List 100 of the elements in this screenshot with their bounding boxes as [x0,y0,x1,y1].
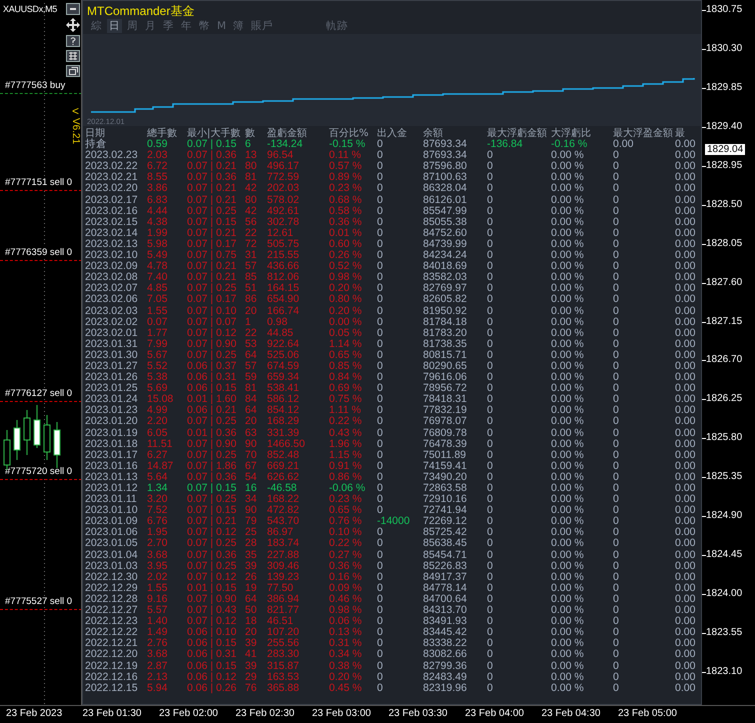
table-cell-text: 2.76 [146,638,168,650]
table-cell-text: 0 [376,216,384,228]
tab[interactable]: 軌跡 [324,19,350,33]
table-cell-text: 81950.92 [422,306,468,317]
table-cell-text: 0.16 % [328,572,363,583]
table-cell-text: 0 [612,527,620,538]
table-cell-text: 0 [612,338,620,350]
table-cell-text: 0 [376,405,384,416]
table-cell-text: -0.06 % [328,483,366,494]
table-cell-text: 0.00 % [550,516,585,528]
table-cell-text: 0.07 | 0.21 [186,516,238,528]
table-cell-text: 0 [486,261,494,272]
table-cell-text: 81783.20 [422,328,468,339]
price-label: 1828.50 [706,198,742,210]
table-cell-text: -136.84 [486,139,524,150]
table-cell-text: 19 [244,582,258,594]
table-cell-text: 0.26 % [328,250,363,262]
table-cell-text: 85638.45 [422,538,468,550]
table-cell-text: 821.77 [266,605,300,616]
table-cell-text: 0 [486,649,494,660]
table-cell-text: 2023.01.12 [84,483,139,494]
table-cell-text: 0.00 [674,194,696,206]
table-cell-text: 2023.02.09 [84,261,139,272]
window-icon[interactable] [66,65,80,77]
table-cell-text: 2023.02.14 [84,228,139,239]
table-cell-text: 0.00 [612,139,634,150]
table-cell-text: 139.23 [266,572,300,583]
table-cell-text: 0.07 | 0.15 [186,505,238,516]
table-cell-text: 0 [612,672,620,683]
table-cell-text: 0 [486,294,494,306]
table-cell-text: 255.56 [266,638,300,650]
tab[interactable]: 月 [143,19,158,33]
tab[interactable]: 綜 [89,19,104,33]
table-cell-text: 0.22 % [328,538,363,550]
move-icon[interactable] [66,18,80,32]
tab[interactable]: 賬戶 [249,19,276,33]
table-cell-text: 2023.02.08 [84,272,139,284]
table-cell-text: 2023.01.18 [84,438,139,450]
tab[interactable]: 季 [161,19,176,33]
table-cell-text: 0 [486,660,494,672]
table-cell-text: 0 [486,428,494,439]
table-cell-text: 87596.80 [422,161,468,172]
table-cell-text: 1 [244,316,252,328]
table-cell-text: 0.00 [674,150,696,162]
table-cell-text: 0.00 [674,494,696,506]
table-cell-text: 0 [376,172,384,184]
table-cell-text: 0.10 % [328,527,363,538]
tab[interactable]: 日 [107,19,122,33]
table-cell-text: 386.94 [266,594,300,606]
table-cell-text: 0.07 | 0.21 [186,261,238,272]
column-header: 大浮虧比 [550,128,592,140]
table-cell-text: 7.52 [146,505,168,516]
table-cell-text: 0.00 [674,206,696,217]
table-cell-text: 0.68 % [328,194,363,206]
table-cell-text: 0.57 % [328,161,363,172]
table-cell-text: 77832.19 [422,405,468,416]
table-cell-text: 0 [486,638,494,650]
table-cell-text: 302.78 [266,216,300,228]
table-cell-text: 0 [612,605,620,616]
table-cell-text: 2023.01.31 [84,338,139,350]
tab[interactable]: M [215,19,228,33]
table-cell-text: 0.00 [674,616,696,628]
table-cell-text: 0 [376,594,384,606]
table-cell-text: 0 [486,228,494,239]
tab[interactable]: 年 [179,19,194,33]
table-cell-text: 0 [376,306,384,317]
table-cell-text: 0 [376,550,384,561]
table-cell-text: 2.87 [146,660,168,672]
collapse-arrow[interactable]: < [72,104,80,118]
table-cell-text: 72910.16 [422,494,468,506]
table-cell-text: 0 [376,238,384,250]
tab[interactable]: 簿 [231,19,246,33]
table-cell-text: 0.00 % [550,350,585,361]
table-cell-text: 79 [244,516,258,528]
table-cell-text: 0.00 [674,338,696,350]
table-cell-text: 0 [486,616,494,628]
table-cell-text: 4.44 [146,206,168,217]
table-cell-text: 0.01 | 0.36 [186,428,238,439]
table-cell-text: 0.00 % [550,460,585,472]
grid-icon[interactable] [66,50,80,62]
table-cell-text: 1.11 % [328,405,362,416]
table-cell-text: 0.06 | 0.31 [186,372,238,384]
tab[interactable]: 幣 [197,19,212,33]
column-header: 盈虧金額 [266,128,308,140]
help-icon[interactable] [66,35,80,47]
table-cell-text: 654.90 [266,294,300,306]
table-cell-text: 3.68 [146,550,168,561]
table-cell-text: 0.20 % [328,672,363,683]
minimize-icon[interactable] [66,3,80,15]
tab[interactable]: 周 [125,19,140,33]
table-cell-text: 64 [244,405,258,416]
table-cell-text: 86.97 [266,527,294,538]
price-label: 1830.30 [706,42,742,54]
table-cell-text: 2023.02.21 [84,172,139,184]
table-cell-text: 0.00 % [550,594,585,606]
table-cell-text: 0.00 % [550,194,585,206]
table-cell-text: 57 [244,261,258,272]
table-cell-text: 0.00 [674,306,696,317]
table-cell-text: 0.00 [674,660,696,672]
table-cell-text: 0.00 % [550,206,585,217]
